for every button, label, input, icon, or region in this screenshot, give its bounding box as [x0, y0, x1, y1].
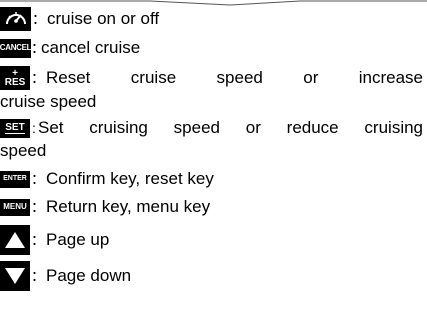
- separator: ：: [31, 268, 45, 284]
- legend-text-line1: Set cruising speed or reduce cruising: [38, 118, 423, 137]
- separator: ：: [31, 40, 45, 56]
- legend-text-line2: speed: [0, 141, 47, 160]
- separator: ：: [31, 70, 45, 86]
- legend-text: Page up: [46, 230, 110, 249]
- triangle-up-icon: [0, 225, 30, 255]
- enter-key-label: ENTER: [3, 175, 27, 182]
- legend-row-menu: MENU ： Return key, menu key: [0, 197, 210, 217]
- legend-row-page-up: ： Page up: [0, 225, 109, 255]
- cancel-key-label: CANCEL: [0, 43, 32, 52]
- set-key-label: SET: [5, 121, 25, 134]
- menu-key-icon: MENU: [0, 198, 30, 216]
- legend-row-enter: ENTER ： Confirm key, reset key: [0, 169, 214, 189]
- triangle-down-icon: [0, 261, 30, 291]
- legend-text-line2: cruise speed: [0, 92, 97, 111]
- menu-key-label: MENU: [3, 202, 27, 211]
- cruise-gauge-icon: [0, 7, 31, 31]
- legend-row-res: + RES ： Reset cruise speed or increase: [0, 66, 423, 90]
- enter-key-icon: ENTER: [0, 170, 30, 188]
- legend-row-page-down: ： Page down: [0, 261, 131, 291]
- legend-text: Confirm key, reset key: [46, 169, 214, 188]
- legend-row-cancel: CANCEL ： cancel cruise: [0, 38, 140, 58]
- separator: ：: [31, 232, 45, 248]
- legend-text: Return key, menu key: [46, 197, 211, 216]
- res-key-icon: + RES: [0, 66, 30, 90]
- res-key-label: RES: [4, 77, 26, 88]
- legend-text-line1: Reset cruise speed or increase: [46, 68, 423, 87]
- legend-text: cruise on or off: [47, 9, 160, 28]
- set-key-icon: SET: [0, 118, 30, 138]
- legend-row-cruise: ： cruise on or off: [0, 7, 159, 31]
- legend-text: Page down: [46, 266, 132, 285]
- separator: ：: [31, 171, 45, 187]
- cancel-key-icon: CANCEL: [0, 38, 32, 58]
- separator: :: [32, 120, 36, 136]
- separator: ：: [32, 11, 46, 27]
- legend-text: cancel cruise: [41, 38, 141, 57]
- top-border-fragment: [0, 0, 427, 6]
- separator: ：: [31, 199, 45, 215]
- legend-row-set: SET : Set cruising speed or reduce cruis…: [0, 118, 423, 138]
